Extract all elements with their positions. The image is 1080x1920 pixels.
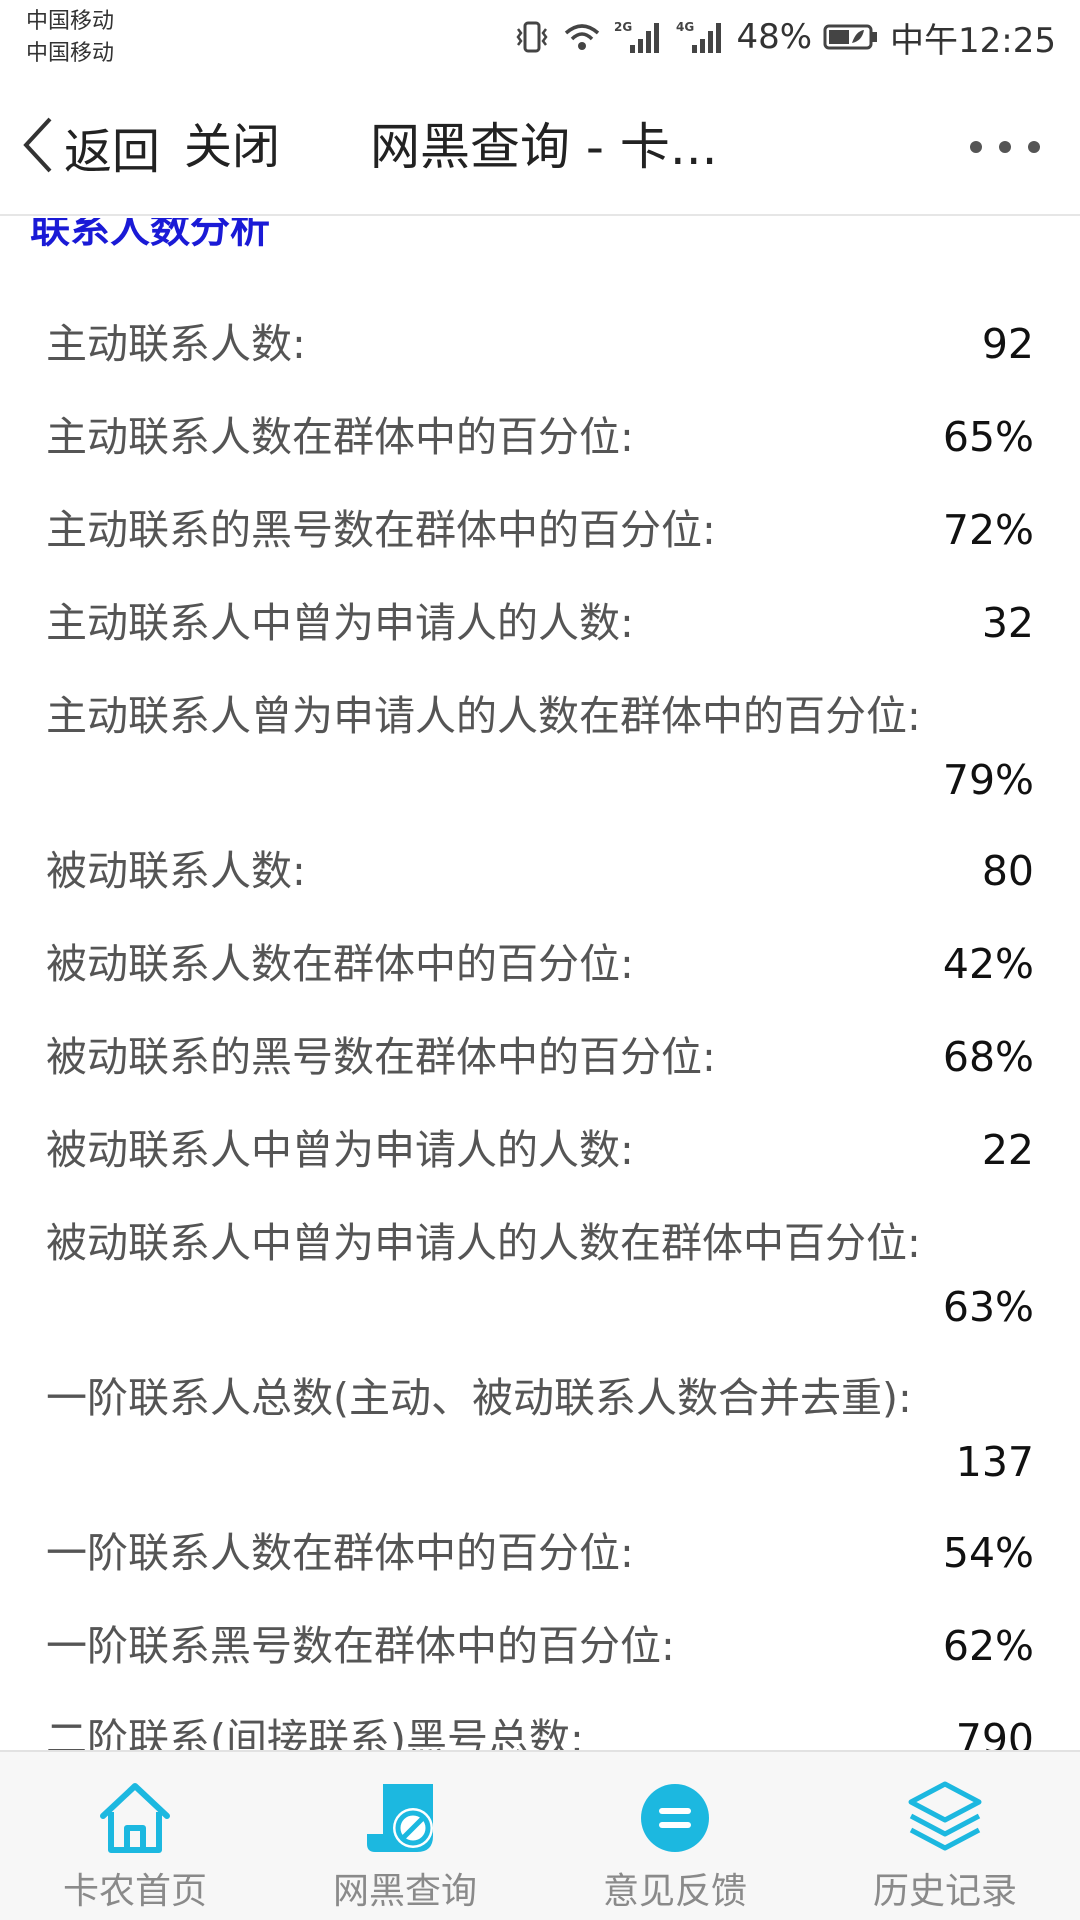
- stat-value: 79%: [942, 756, 1034, 804]
- stat-value: 790: [955, 1715, 1034, 1750]
- signal-2g-icon: 2G: [612, 17, 664, 57]
- dot: [970, 141, 982, 153]
- tab-home[interactable]: 卡农首页: [0, 1752, 270, 1920]
- dot: [999, 141, 1011, 153]
- stat-value: 65%: [942, 413, 1034, 461]
- stat-row: 主动联系人数: 92: [0, 298, 1080, 391]
- tab-history[interactable]: 历史记录: [810, 1752, 1080, 1920]
- stat-label: 被动联系人数:: [46, 847, 306, 895]
- carrier-1: 中国移动: [26, 9, 115, 34]
- stat-label: 主动联系人数:: [46, 320, 306, 368]
- stat-row: 被动联系人中曾为申请人的人数在群体中百分位: 63%: [0, 1197, 1080, 1352]
- carrier-info: 中国移动 中国移动: [26, 6, 114, 70]
- stat-row: 被动联系人数: 80: [0, 825, 1080, 918]
- back-button[interactable]: 返回: [20, 112, 160, 182]
- battery-percent: 48%: [736, 17, 813, 57]
- nav-bar: 返回 关闭 网黑查询 - 卡...: [0, 76, 1080, 216]
- net-4g-text: 4G: [676, 20, 694, 34]
- stat-value: 32: [981, 599, 1034, 647]
- stat-row: 主动联系人中曾为申请人的人数: 32: [0, 577, 1080, 670]
- signal-4g-icon: 4G: [674, 17, 726, 57]
- stat-label: 一阶联系人总数(主动、被动联系人数合并去重):: [46, 1374, 912, 1422]
- stat-label: 被动联系人中曾为申请人的人数在群体中百分位:: [46, 1219, 921, 1267]
- stat-row: 二阶联系(间接联系)黑号总数: 790: [0, 1693, 1080, 1750]
- stat-row: 一阶联系黑号数在群体中的百分位: 62%: [0, 1600, 1080, 1693]
- stat-label: 二阶联系(间接联系)黑号总数:: [46, 1715, 584, 1750]
- net-2g-text: 2G: [614, 20, 632, 34]
- stat-value: 72%: [942, 506, 1034, 554]
- back-label: 返回: [64, 124, 161, 180]
- page-title: 网黑查询 - 卡...: [370, 118, 718, 176]
- tab-label: 意见反馈: [602, 1871, 747, 1912]
- stat-value: 80: [981, 847, 1034, 895]
- tab-label: 卡农首页: [62, 1871, 207, 1912]
- stat-label: 被动联系人中曾为申请人的人数:: [46, 1126, 634, 1174]
- feedback-icon: [633, 1776, 717, 1860]
- stat-row: 被动联系人数在群体中的百分位: 42%: [0, 918, 1080, 1011]
- stat-value: 22: [981, 1126, 1034, 1174]
- stat-row: 主动联系人数在群体中的百分位: 65%: [0, 391, 1080, 484]
- stat-label: 主动联系人曾为申请人的人数在群体中的百分位:: [46, 692, 921, 740]
- stat-value: 42%: [942, 940, 1034, 988]
- stat-label: 主动联系的黑号数在群体中的百分位:: [46, 506, 716, 554]
- stat-label: 一阶联系黑号数在群体中的百分位:: [46, 1622, 675, 1670]
- stat-label: 被动联系的黑号数在群体中的百分位:: [46, 1033, 716, 1081]
- tab-label: 历史记录: [872, 1871, 1017, 1912]
- stat-value: 63%: [942, 1283, 1034, 1331]
- stats-list: 主动联系人数: 92 主动联系人数在群体中的百分位: 65% 主动联系的黑号数在…: [0, 298, 1080, 1750]
- vibrate-icon: [512, 17, 552, 57]
- status-icons: 2G 4G 48% 中午12:25: [512, 14, 1056, 61]
- carrier-2: 中国移动: [26, 41, 115, 66]
- tab-blacklist-search[interactable]: 网黑查询: [270, 1752, 540, 1920]
- stat-row: 一阶联系人总数(主动、被动联系人数合并去重): 137: [0, 1352, 1080, 1507]
- stat-value: 62%: [942, 1622, 1034, 1670]
- stat-label: 被动联系人数在群体中的百分位:: [46, 940, 634, 988]
- chevron-left-icon: [20, 115, 56, 179]
- wifi-icon: [562, 17, 602, 57]
- clock: 中午12:25: [890, 20, 1056, 61]
- stat-row: 一阶联系人数在群体中的百分位: 54%: [0, 1507, 1080, 1600]
- home-icon: [93, 1776, 177, 1860]
- stat-label: 主动联系人数在群体中的百分位:: [46, 413, 634, 461]
- more-options-button[interactable]: [970, 132, 1040, 162]
- history-layers-icon: [903, 1776, 987, 1860]
- battery-icon: [822, 17, 880, 57]
- stat-row: 被动联系人中曾为申请人的人数: 22: [0, 1104, 1080, 1197]
- stat-row: 被动联系的黑号数在群体中的百分位: 68%: [0, 1011, 1080, 1104]
- stat-label: 主动联系人中曾为申请人的人数:: [46, 599, 634, 647]
- section-title: 联系人数分析: [30, 218, 270, 252]
- tab-feedback[interactable]: 意见反馈: [540, 1752, 810, 1920]
- stat-row: 主动联系人曾为申请人的人数在群体中的百分位: 79%: [0, 670, 1080, 825]
- stat-row: 主动联系的黑号数在群体中的百分位: 72%: [0, 484, 1080, 577]
- stat-value: 137: [955, 1438, 1034, 1486]
- stat-label: 一阶联系人数在群体中的百分位:: [46, 1529, 634, 1577]
- stat-value: 92: [981, 320, 1034, 368]
- tab-label: 网黑查询: [332, 1871, 477, 1912]
- stat-value: 54%: [942, 1529, 1034, 1577]
- close-button[interactable]: 关闭: [184, 112, 280, 182]
- bottom-tab-bar: 卡农首页 网黑查询 意见反馈 历史记录: [0, 1750, 1080, 1920]
- dot: [1028, 141, 1040, 153]
- content-area[interactable]: 联系人数分析 主动联系人数: 92 主动联系人数在群体中的百分位: 65% 主动…: [0, 218, 1080, 1750]
- blacklist-search-icon: [363, 1776, 447, 1860]
- status-bar: 中国移动 中国移动 2G 4G 48% 中午12:25: [0, 0, 1080, 76]
- stat-value: 68%: [942, 1033, 1034, 1081]
